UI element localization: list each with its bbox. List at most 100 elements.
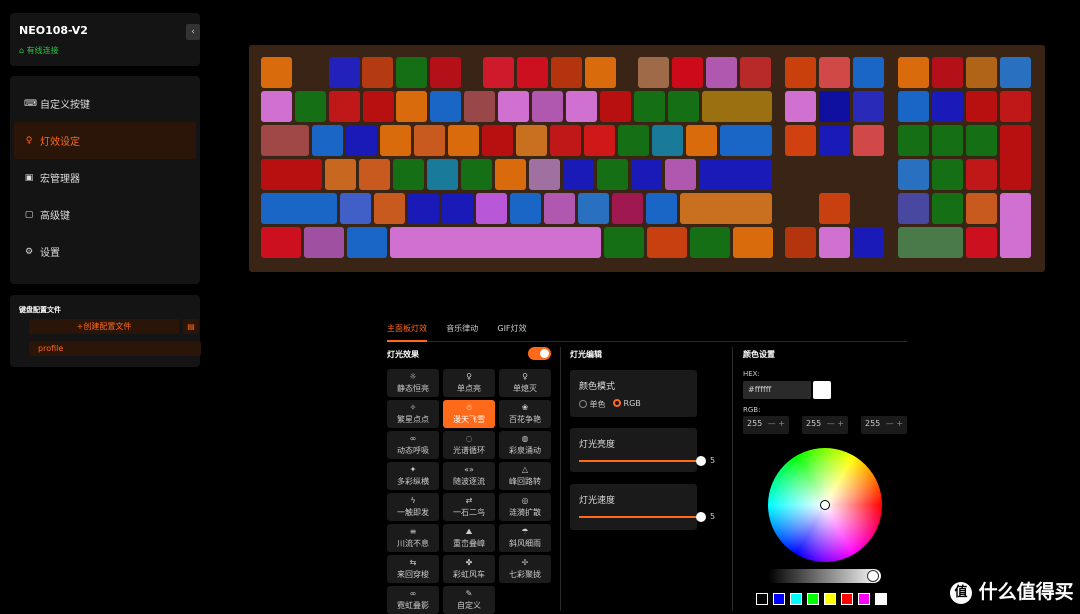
key[interactable]: [482, 125, 513, 156]
key[interactable]: [476, 193, 507, 224]
key[interactable]: [414, 125, 445, 156]
effect-button[interactable]: ☂ 斜风细雨: [499, 524, 551, 552]
sidebar-item-lighting[interactable]: ♀ 灯效设定: [14, 122, 196, 159]
effect-button[interactable]: ∞ 动态呼吸: [387, 431, 439, 459]
key[interactable]: [529, 159, 560, 190]
key[interactable]: [442, 193, 473, 224]
key[interactable]: [966, 125, 997, 156]
key[interactable]: [966, 227, 997, 258]
sidebar-item-custom-keys[interactable]: ⌨ 自定义按键: [10, 85, 200, 122]
key[interactable]: [532, 91, 563, 122]
key[interactable]: [374, 193, 405, 224]
key[interactable]: [600, 91, 631, 122]
speed-slider[interactable]: [579, 516, 700, 518]
key[interactable]: [966, 193, 997, 224]
key[interactable]: [819, 91, 850, 122]
key[interactable]: [652, 125, 683, 156]
key[interactable]: [430, 57, 461, 88]
hex-input[interactable]: #ffffff: [743, 381, 811, 399]
color-swatch[interactable]: [790, 593, 802, 605]
key[interactable]: [853, 57, 884, 88]
key[interactable]: [566, 91, 597, 122]
key[interactable]: [396, 91, 427, 122]
effect-button[interactable]: ☃ 漫天飞雪: [443, 400, 495, 428]
key[interactable]: [461, 159, 492, 190]
color-wheel[interactable]: [768, 448, 882, 562]
key[interactable]: [618, 125, 649, 156]
key[interactable]: [261, 227, 301, 258]
brightness-slider-knob[interactable]: [696, 456, 706, 466]
key[interactable]: [785, 91, 816, 122]
key[interactable]: [898, 125, 929, 156]
key[interactable]: [898, 57, 929, 88]
key[interactable]: [785, 57, 816, 88]
key[interactable]: [720, 125, 772, 156]
key[interactable]: [932, 159, 963, 190]
key[interactable]: [932, 91, 963, 122]
import-profile-button[interactable]: ▤: [183, 319, 199, 334]
key[interactable]: [551, 57, 582, 88]
speed-slider-knob[interactable]: [696, 512, 706, 522]
sidebar-item-settings[interactable]: ⚙ 设置: [10, 233, 200, 270]
effect-button[interactable]: ❀ 百花争艳: [499, 400, 551, 428]
effect-button[interactable]: ✦ 多彩纵横: [387, 462, 439, 490]
key[interactable]: [1000, 91, 1031, 122]
key[interactable]: [634, 91, 665, 122]
effects-toggle[interactable]: [528, 347, 551, 360]
effect-button[interactable]: ✎ 自定义: [443, 586, 495, 614]
key[interactable]: [578, 193, 609, 224]
sidebar-item-advanced-keys[interactable]: ▢ 高级键: [10, 196, 200, 233]
color-swatch[interactable]: [841, 593, 853, 605]
key[interactable]: [396, 57, 427, 88]
key[interactable]: [362, 57, 393, 88]
key[interactable]: [427, 159, 458, 190]
tab-gif-lighting[interactable]: GIF灯效: [497, 323, 526, 340]
create-profile-button[interactable]: +创建配置文件: [29, 319, 179, 334]
key[interactable]: [584, 125, 615, 156]
key[interactable]: [346, 125, 377, 156]
key[interactable]: [631, 159, 662, 190]
profile-item[interactable]: profile: [29, 341, 201, 356]
color-swatch[interactable]: [875, 593, 887, 605]
effect-button[interactable]: ♀ 单熄灭: [499, 369, 551, 397]
key[interactable]: [966, 159, 997, 190]
key[interactable]: [495, 159, 526, 190]
key[interactable]: [932, 125, 963, 156]
key[interactable]: [686, 125, 717, 156]
key[interactable]: [819, 125, 850, 156]
key[interactable]: [690, 227, 730, 258]
effect-button[interactable]: ϟ 一触即发: [387, 493, 439, 521]
radio-mono[interactable]: 单色: [579, 399, 606, 410]
key[interactable]: [363, 91, 394, 122]
key[interactable]: [312, 125, 343, 156]
effect-button[interactable]: ⇆ 来回穿梭: [387, 555, 439, 583]
key[interactable]: [448, 125, 479, 156]
effect-button[interactable]: ◎ 涟漪扩散: [499, 493, 551, 521]
key[interactable]: [563, 159, 594, 190]
effect-button[interactable]: ✧ 繁星点点: [387, 400, 439, 428]
key[interactable]: [898, 91, 929, 122]
sidebar-item-macro[interactable]: ▣ 宏管理器: [10, 159, 200, 196]
color-wheel-picker[interactable]: [820, 500, 830, 510]
key[interactable]: [261, 193, 337, 224]
key[interactable]: [672, 57, 703, 88]
key[interactable]: [638, 57, 669, 88]
key[interactable]: [329, 57, 360, 88]
key[interactable]: [544, 193, 575, 224]
effect-button[interactable]: △ 峰回路转: [499, 462, 551, 490]
key[interactable]: [516, 125, 547, 156]
key[interactable]: [819, 57, 850, 88]
key[interactable]: [550, 125, 581, 156]
key[interactable]: [853, 227, 884, 258]
color-swatch[interactable]: [824, 593, 836, 605]
color-swatch[interactable]: [807, 593, 819, 605]
effect-button[interactable]: ✤ 彩虹风车: [443, 555, 495, 583]
key[interactable]: [740, 57, 771, 88]
key[interactable]: [340, 193, 371, 224]
key[interactable]: [966, 91, 997, 122]
key[interactable]: [853, 91, 884, 122]
key[interactable]: [932, 57, 963, 88]
key[interactable]: [261, 57, 292, 88]
effect-button[interactable]: ◍ 彩泉涌动: [499, 431, 551, 459]
key[interactable]: [1000, 159, 1031, 190]
